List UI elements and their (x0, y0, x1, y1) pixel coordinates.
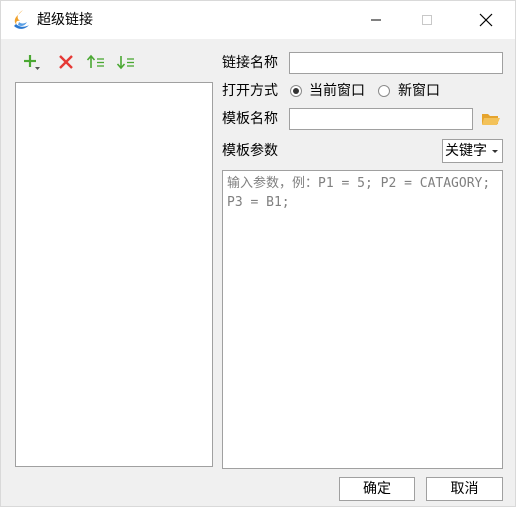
template-params-textarea[interactable]: 输入参数，例：P1 = 5; P2 = CATAGORY; P3 = B1; (222, 170, 503, 469)
close-button[interactable] (463, 1, 509, 39)
link-list[interactable] (15, 82, 213, 467)
move-up-icon (86, 54, 104, 68)
minimize-button[interactable] (353, 1, 399, 39)
open-mode-label: 打开方式 (222, 83, 278, 99)
param-type-dropdown[interactable]: 关键字 (442, 139, 503, 163)
radio-new-window[interactable] (378, 85, 390, 97)
maximize-button[interactable] (404, 1, 450, 39)
radio-current-window[interactable] (290, 85, 302, 97)
delete-link-button[interactable] (55, 51, 77, 73)
hyperlink-dialog: 超级链接 链接名称 打开方式 当前窗口 新窗口 模板名称 模板参数 关键字 输入… (0, 0, 516, 507)
close-icon (479, 13, 493, 27)
app-logo-icon (14, 10, 29, 29)
template-name-input[interactable] (289, 108, 473, 130)
plus-with-dropdown-icon (24, 55, 40, 70)
folder-icon (482, 114, 500, 125)
link-name-input[interactable] (289, 52, 503, 74)
template-params-label: 模板参数 (222, 143, 278, 159)
browse-template-button[interactable] (481, 110, 501, 128)
minimize-icon (371, 19, 381, 21)
radio-current-window-label[interactable]: 当前窗口 (309, 81, 365, 101)
link-name-label: 链接名称 (222, 55, 278, 71)
ok-button[interactable]: 确定 (339, 477, 415, 501)
add-link-button[interactable] (21, 51, 43, 73)
param-type-value: 关键字 (445, 143, 487, 159)
move-up-button[interactable] (85, 51, 107, 73)
radio-new-window-label[interactable]: 新窗口 (398, 81, 440, 101)
move-down-button[interactable] (115, 51, 137, 73)
red-x-icon (59, 55, 73, 69)
window-title: 超级链接 (37, 12, 93, 28)
cancel-button[interactable]: 取消 (426, 477, 503, 501)
link-list-toolbar (15, 51, 215, 75)
chevron-down-icon (492, 150, 498, 153)
title-bar: 超级链接 (1, 1, 515, 39)
move-down-icon (116, 56, 134, 70)
template-name-label: 模板名称 (222, 111, 278, 127)
maximize-icon (422, 15, 432, 25)
